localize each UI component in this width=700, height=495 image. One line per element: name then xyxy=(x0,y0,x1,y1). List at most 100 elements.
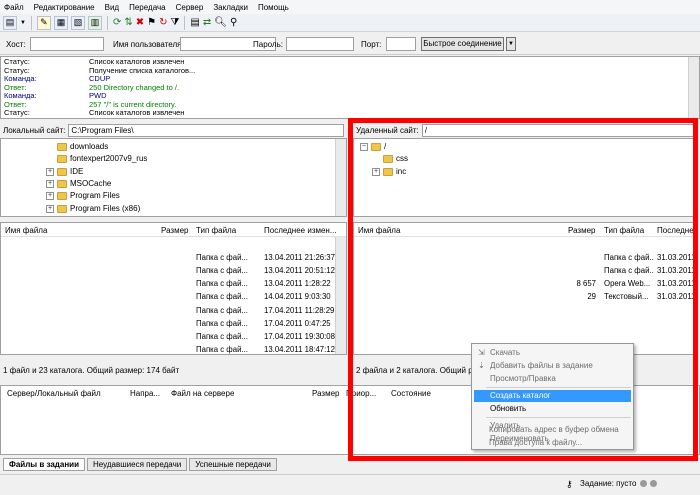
port-input[interactable] xyxy=(386,37,416,51)
queue-col-priority[interactable]: Приор... xyxy=(346,389,376,398)
toggle-queue-icon[interactable]: ▥ xyxy=(87,15,102,30)
refresh-icon[interactable]: ⟳ xyxy=(113,17,121,28)
file-row[interactable]: index.html8 657Opera Web...31.03.2011 xyxy=(354,277,697,290)
file-row[interactable]: Common FilesПапка с фай...14.04.2011 9:0… xyxy=(1,290,346,303)
local-col-name[interactable]: Имя файла xyxy=(5,226,47,235)
queue-col-local[interactable]: Сервер/Локальный файл xyxy=(7,389,101,398)
file-type: Папка с фай... xyxy=(196,253,248,263)
menu-bookmarks[interactable]: Закладки xyxy=(213,3,248,12)
file-row[interactable]: ESETПапка с фай...17.04.2011 0:47:25 xyxy=(1,317,346,330)
tab-failed-transfers[interactable]: Неудавшиеся передачи xyxy=(87,458,188,471)
sync-browse-icon[interactable]: ⇄ xyxy=(203,17,211,28)
file-row[interactable]: FREE Music Downloader StudioПапка с фай.… xyxy=(1,330,346,343)
binoculars-icon[interactable]: ⚲ xyxy=(230,17,237,28)
tree-item[interactable]: downloads xyxy=(46,141,108,153)
file-type: Папка с фай... xyxy=(604,253,654,263)
site-manager-icon[interactable]: ▤ xyxy=(3,15,17,30)
local-tree-scrollbar[interactable] xyxy=(335,139,346,216)
filter-icon[interactable]: ⧩ xyxy=(170,17,179,28)
menu-item-view-edit[interactable]: Просмотр/Правка xyxy=(474,373,631,385)
file-row[interactable]: CanonBJПапка с фай...13.04.2011 20:51:12 xyxy=(1,264,346,277)
remote-col-name[interactable]: Имя файла xyxy=(358,226,400,235)
tree-item[interactable]: + inc xyxy=(372,166,406,178)
tree-item[interactable]: + Program Files xyxy=(46,190,120,202)
queue-col-remote[interactable]: Файл на сервере xyxy=(171,389,234,398)
tree-item-label: Program Files xyxy=(70,191,120,201)
context-menu: ⇲ Скачать ⇣ Добавить файлы в задание Просм… xyxy=(471,343,634,450)
file-row[interactable]: cssПапка с фай...31.03.2011 xyxy=(354,251,697,264)
menu-item-create-directory[interactable]: Создать каталог xyxy=(474,390,631,402)
site-manager-dropdown-icon[interactable]: ▼ xyxy=(20,20,26,26)
toggle-remote-tree-icon[interactable]: ▧ xyxy=(70,15,85,30)
menu-file[interactable]: Файл xyxy=(4,3,24,12)
toggle-tree-icon[interactable]: ▦ xyxy=(53,15,68,30)
folder-icon xyxy=(57,204,67,213)
menu-item-delete[interactable]: Удалить xyxy=(474,420,631,432)
remote-path-input[interactable] xyxy=(421,124,694,137)
disconnect-icon[interactable]: ⚑ xyxy=(147,17,156,28)
tree-item[interactable]: fontexpert2007v9_rus xyxy=(46,153,147,165)
toolbar-divider xyxy=(106,15,108,30)
file-row[interactable]: Internet ExplorerПапка с фай...13.04.201… xyxy=(1,343,346,354)
tab-queued-files[interactable]: Файлы в задании xyxy=(3,458,85,471)
tree-item[interactable]: − / xyxy=(360,141,386,153)
queue-col-direction[interactable]: Напра... xyxy=(130,389,160,398)
expand-icon[interactable]: + xyxy=(372,167,380,176)
password-input[interactable] xyxy=(286,37,354,51)
menu-server[interactable]: Сервер xyxy=(176,3,204,12)
file-row[interactable]: incПапка с фай...31.03.2011 xyxy=(354,264,697,277)
tree-item[interactable]: + Program Files (x86) xyxy=(46,203,140,215)
menu-item-add-to-queue[interactable]: ⇣ Добавить файлы в задание xyxy=(474,360,631,372)
menu-item-download[interactable]: ⇲ Скачать xyxy=(474,347,631,359)
remote-col-modified[interactable]: Последнее xyxy=(657,226,697,235)
file-row[interactable]: CanonПапка с фай...13.04.2011 21:26:37 xyxy=(1,251,346,264)
menu-item-refresh[interactable]: Обновить xyxy=(474,403,631,415)
toggle-log-icon[interactable]: ✎ xyxy=(36,15,51,30)
remote-col-size[interactable]: Размер xyxy=(568,226,596,235)
file-row[interactable]: .. xyxy=(1,238,346,251)
expand-icon[interactable]: − xyxy=(360,143,368,151)
queue-col-size[interactable]: Размер xyxy=(312,389,340,398)
remote-file-list: Имя файла Размер Тип файла Последнее ..c… xyxy=(353,222,698,355)
menu-transfer[interactable]: Передача xyxy=(129,3,165,12)
local-col-size[interactable]: Размер xyxy=(161,226,189,235)
file-row[interactable]: .. xyxy=(354,238,697,251)
host-input[interactable] xyxy=(30,37,104,51)
host-label: Хост: xyxy=(6,40,26,49)
file-row[interactable]: DVD MakerПапка с фай...17.04.2011 11:28:… xyxy=(1,304,346,317)
tree-item[interactable]: + IDE xyxy=(46,166,83,178)
local-col-modified[interactable]: Последнее измен... xyxy=(264,226,337,235)
tree-item-label: inc xyxy=(396,166,407,176)
local-list-scrollbar[interactable] xyxy=(335,237,346,354)
remote-col-type[interactable]: Тип файла xyxy=(604,226,644,235)
menu-separator xyxy=(486,387,631,388)
menu-view[interactable]: Вид xyxy=(105,3,119,12)
port-label: Порт: xyxy=(361,40,382,49)
expand-icon[interactable]: + xyxy=(46,204,54,213)
expand-icon[interactable]: + xyxy=(46,192,54,201)
tab-successful-transfers[interactable]: Успешные передачи xyxy=(189,458,277,471)
file-row[interactable]: robots.txt29Текстовый...31.03.2011 xyxy=(354,290,697,303)
local-col-type[interactable]: Тип файла xyxy=(196,226,236,235)
tree-item[interactable]: + MSOCache xyxy=(46,178,111,190)
tree-item[interactable]: css xyxy=(372,153,408,165)
key-icon: ⚷ xyxy=(566,479,573,489)
search-icon[interactable]: 🔍︎ xyxy=(214,17,227,28)
expand-icon[interactable]: + xyxy=(46,179,54,188)
queue-col-status[interactable]: Состояние xyxy=(391,389,431,398)
menu-help[interactable]: Помощь xyxy=(258,3,289,12)
expand-icon[interactable]: + xyxy=(46,167,54,176)
quickconnect-button[interactable]: Быстрое соединение xyxy=(421,37,504,51)
quickconnect-dropdown-icon[interactable]: ▼ xyxy=(506,37,516,51)
compare-icon[interactable]: ▤ xyxy=(190,17,199,28)
username-label: Имя пользователя xyxy=(113,40,182,49)
menu-item-rename[interactable]: Переименовать xyxy=(474,433,631,445)
local-path-input[interactable] xyxy=(68,124,345,137)
process-queue-icon[interactable]: ⇅ xyxy=(124,17,132,28)
log-scrollbar[interactable] xyxy=(688,57,699,118)
file-row[interactable]: CCleanerПапка с фай...13.04.2011 1:28:22 xyxy=(1,277,346,290)
local-site-label: Локальный сайт: xyxy=(3,126,66,135)
menu-edit[interactable]: Редактирование xyxy=(34,3,95,12)
cancel-icon[interactable]: ✖ xyxy=(136,17,144,28)
reconnect-icon[interactable]: ↻ xyxy=(159,17,167,28)
